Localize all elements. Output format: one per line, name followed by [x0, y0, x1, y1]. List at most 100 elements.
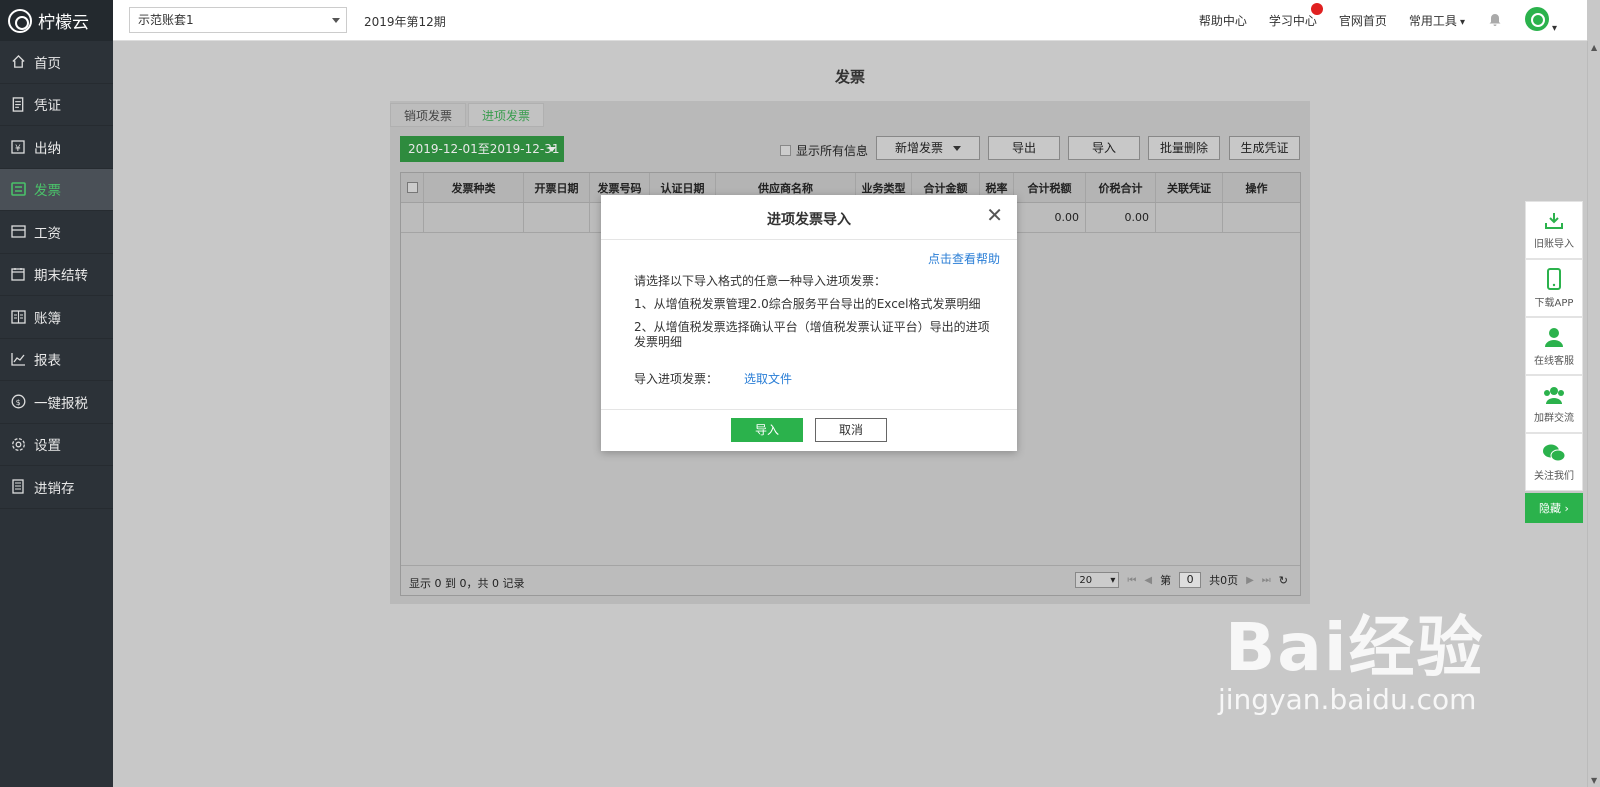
column-header[interactable]: 发票种类	[424, 173, 524, 202]
person-icon	[1545, 327, 1563, 347]
sidebar-item-voucher[interactable]: 凭证	[0, 84, 113, 126]
column-header[interactable]: 关联凭证	[1156, 173, 1223, 202]
account-select[interactable]: 示范账套1	[129, 7, 347, 33]
sidebar-item-label: 首页	[34, 55, 61, 72]
page-prefix: 第	[1160, 574, 1172, 587]
refresh-icon[interactable]: ↻	[1279, 574, 1288, 587]
page-number-input[interactable]: 0	[1179, 572, 1202, 588]
salary-icon	[10, 224, 26, 240]
sidebar-item-period-close[interactable]: 期末结转	[0, 254, 113, 296]
follow-us-button[interactable]: 关注我们	[1525, 433, 1583, 491]
column-header[interactable]: 合计税额	[1014, 173, 1086, 202]
show-all-label: 显示所有信息	[796, 144, 869, 158]
sidebar-item-label: 进销存	[34, 480, 75, 497]
sidebar-item-salary[interactable]: 工资	[0, 211, 113, 254]
user-menu[interactable]: ▾	[1524, 7, 1557, 34]
close-icon[interactable]: ✕	[986, 205, 1003, 225]
sidebar-item-home[interactable]: 首页	[0, 41, 113, 84]
column-header[interactable]: 操作	[1223, 173, 1290, 202]
calendar-icon	[10, 266, 26, 282]
float-item-label: 下载APP	[1534, 297, 1574, 309]
tax-icon: $	[10, 394, 26, 410]
column-header[interactable]: 开票日期	[524, 173, 590, 202]
sidebar-item-reports[interactable]: 报表	[0, 339, 113, 381]
import-button[interactable]: 导入	[1068, 136, 1140, 160]
current-period: 2019年第12期	[364, 15, 446, 29]
invoice-toolbar: 2019-12-01至2019-12-31 显示所有信息 新增发票 导出 导入 …	[400, 136, 1300, 162]
date-range-picker[interactable]: 2019-12-01至2019-12-31	[400, 136, 564, 162]
phone-icon	[1547, 267, 1561, 290]
chevron-down-icon	[332, 18, 340, 23]
learning-center-link[interactable]: 学习中心	[1269, 3, 1323, 29]
sidebar-item-invoice[interactable]: 发票	[0, 168, 113, 211]
voucher-icon	[10, 96, 26, 112]
dialog-intro: 请选择以下导入格式的任意一种导入进项发票：	[634, 274, 887, 288]
choose-file-link[interactable]: 选取文件	[744, 370, 792, 387]
table-footer: 显示 0 到 0，共 0 记录 20 ▾ ⏮ ◀ 第 0 共0页 ▶ ⏭ ↻	[401, 565, 1300, 595]
download-tray-icon	[1545, 212, 1563, 229]
float-item-label: 关注我们	[1534, 470, 1574, 482]
dialog-title: 进项发票导入	[767, 212, 851, 228]
watermark-small: jingyan.baidu.com	[1218, 683, 1477, 716]
import-confirm-button[interactable]: 导入	[731, 418, 803, 442]
file-label: 导入进项发票：	[634, 372, 719, 386]
sidebar-item-inventory[interactable]: 进销存	[0, 466, 113, 509]
sidebar-item-tax[interactable]: $ 一键报税	[0, 381, 113, 424]
lemon-logo-icon	[8, 8, 32, 33]
old-account-import-button[interactable]: 旧账导入	[1525, 201, 1583, 259]
sidebar-item-label: 出纳	[34, 140, 61, 157]
sidebar-item-settings[interactable]: 设置	[0, 424, 113, 466]
tab-sales-invoice[interactable]: 销项发票	[390, 103, 467, 127]
inventory-icon	[10, 479, 26, 495]
tools-menu[interactable]: 常用工具 ▾	[1409, 12, 1465, 29]
show-all-checkbox[interactable]: 显示所有信息	[780, 142, 868, 159]
page-title: 发票	[834, 68, 865, 86]
column-header[interactable]: 价税合计	[1086, 173, 1156, 202]
join-group-button[interactable]: 加群交流	[1525, 375, 1583, 433]
page-size-select[interactable]: 20 ▾	[1075, 572, 1120, 588]
hide-float-bar-button[interactable]: 隐藏 ›	[1525, 493, 1583, 523]
page-scrollbar[interactable]: ▲ ▼	[1587, 41, 1600, 787]
wechat-icon	[1543, 444, 1566, 461]
scroll-down-icon[interactable]: ▼	[1591, 776, 1597, 785]
chevron-down-icon	[548, 147, 556, 152]
gear-icon	[10, 436, 26, 452]
account-select-value: 示范账套1	[138, 13, 194, 27]
bell-icon[interactable]	[1487, 11, 1503, 30]
help-center-link[interactable]: 帮助中心	[1199, 12, 1247, 29]
chevron-down-icon: ▾	[1110, 574, 1116, 586]
app-name: 柠檬云	[38, 13, 89, 33]
export-button[interactable]: 导出	[988, 136, 1060, 160]
file-row: 导入进项发票： 选取文件	[634, 370, 792, 387]
chevron-down-icon: ▾	[1459, 17, 1465, 28]
prev-page-icon[interactable]: ◀	[1144, 575, 1152, 586]
chevron-down-icon: ▾	[1551, 23, 1557, 34]
total-tax-cell: 0.00	[1014, 203, 1086, 232]
float-toolbar: 旧账导入 下载APP 在线客服 加群交流 关注我们 隐藏 ›	[1525, 201, 1583, 523]
sidebar-item-ledger[interactable]: 账簿	[0, 296, 113, 339]
generate-voucher-button[interactable]: 生成凭证	[1229, 136, 1300, 160]
sidebar-item-cashier[interactable]: ¥ 出纳	[0, 126, 113, 169]
dialog-footer: 导入 取消	[601, 409, 1017, 451]
download-app-button[interactable]: 下载APP	[1525, 259, 1583, 317]
help-link[interactable]: 点击查看帮助	[928, 250, 1000, 267]
record-summary: 显示 0 到 0，共 0 记录	[409, 577, 525, 590]
new-invoice-button[interactable]: 新增发票	[876, 136, 980, 160]
cancel-button[interactable]: 取消	[815, 418, 887, 442]
date-range-value: 2019-12-01至2019-12-31	[408, 142, 560, 156]
scroll-up-icon[interactable]: ▲	[1591, 43, 1597, 52]
checkbox-icon	[780, 145, 791, 156]
logo[interactable]: 柠檬云	[0, 0, 113, 41]
online-service-button[interactable]: 在线客服	[1525, 317, 1583, 375]
select-all-checkbox[interactable]	[401, 173, 424, 202]
sidebar-item-label: 凭证	[34, 98, 61, 115]
dialog-header: 进项发票导入 ✕	[601, 195, 1017, 240]
first-page-icon[interactable]: ⏮	[1127, 575, 1136, 586]
official-site-link[interactable]: 官网首页	[1339, 12, 1387, 29]
tab-purchase-invoice[interactable]: 进项发票	[468, 103, 545, 127]
sidebar-item-label: 设置	[34, 438, 61, 455]
last-page-icon[interactable]: ⏭	[1262, 575, 1271, 586]
batch-delete-button[interactable]: 批量删除	[1148, 136, 1220, 160]
next-page-icon[interactable]: ▶	[1246, 575, 1254, 586]
new-invoice-label: 新增发票	[894, 141, 943, 155]
